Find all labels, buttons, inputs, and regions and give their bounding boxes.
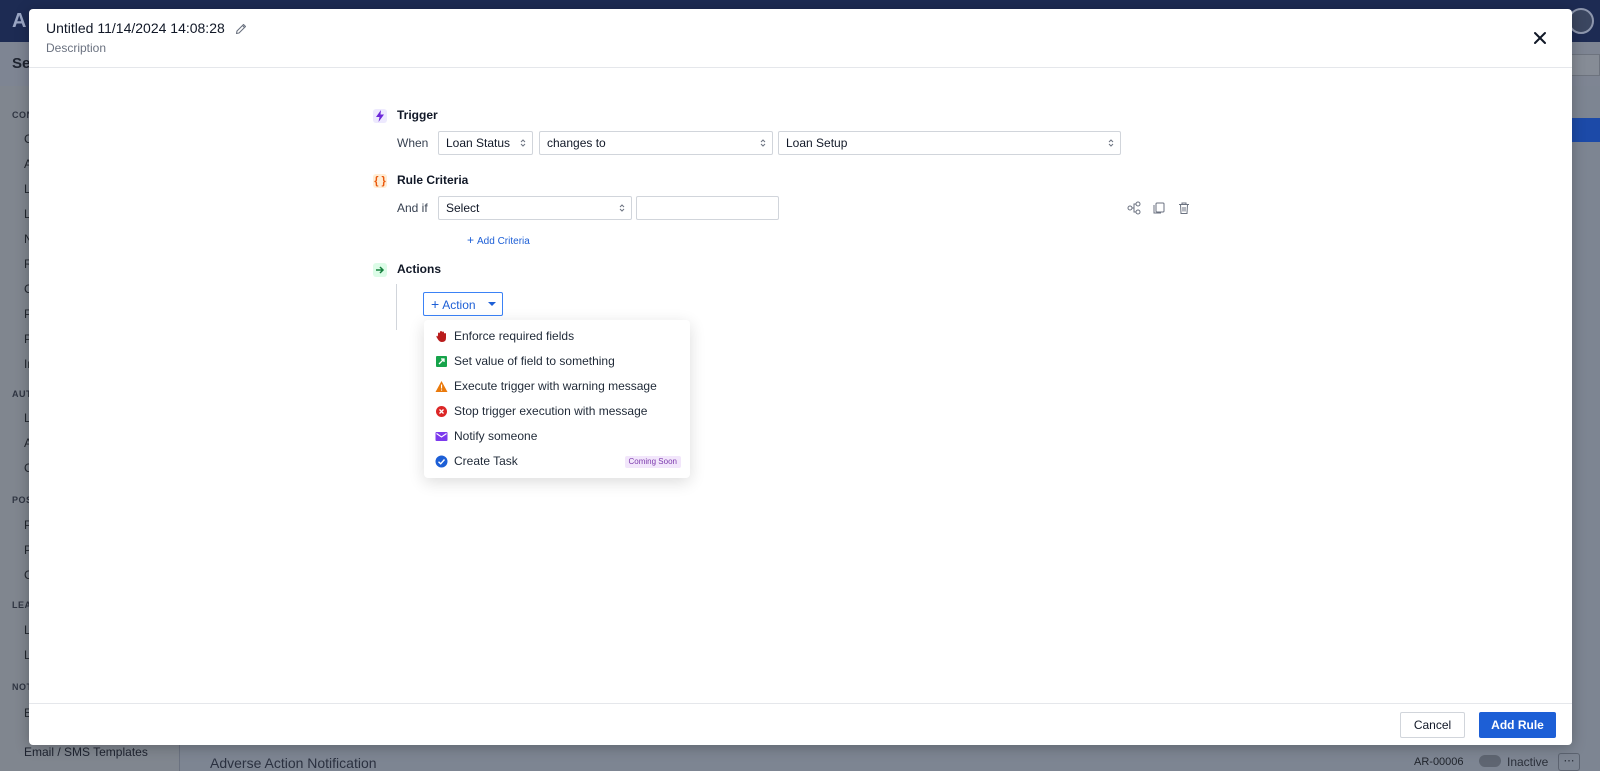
modal-footer: Cancel Add Rule	[29, 703, 1572, 745]
add-rule-button[interactable]: Add Rule	[1479, 712, 1556, 738]
menu-item-label: Create Task	[454, 454, 518, 468]
rule-editor-modal: Untitled 11/14/2024 14:08:28 Description…	[29, 9, 1572, 745]
trigger-section-label: Trigger	[397, 108, 438, 122]
stop-icon	[436, 406, 447, 417]
warning-icon	[435, 381, 448, 392]
plus-icon: +	[467, 233, 475, 247]
rule-active-toggle[interactable]	[1479, 755, 1501, 767]
sidebar-item-email-sms-templates[interactable]: Email / SMS Templates	[24, 745, 148, 759]
menu-item-label: Notify someone	[454, 429, 538, 443]
criteria-field-select[interactable]: Select	[438, 196, 632, 220]
trash-icon[interactable]	[1177, 201, 1191, 215]
menu-item-label: Execute trigger with warning message	[454, 379, 657, 393]
caret-down-icon	[488, 302, 496, 306]
modal-header: Untitled 11/14/2024 14:08:28 Description	[29, 9, 1572, 68]
menu-item-create-task[interactable]: Create Task Coming Soon	[424, 449, 690, 474]
lightning-icon	[373, 109, 387, 123]
check-circle-icon	[435, 455, 448, 468]
rule-row-status: Inactive	[1507, 755, 1549, 769]
menu-item-label: Enforce required fields	[454, 329, 575, 343]
criteria-field-value: Select	[446, 201, 480, 215]
add-action-label: Action	[442, 298, 476, 312]
criteria-value-input[interactable]	[636, 196, 779, 220]
app-logo: A	[12, 10, 27, 32]
when-label: When	[397, 136, 429, 150]
select-caret-icon	[520, 139, 526, 147]
envelope-icon	[435, 432, 448, 441]
actions-connector	[396, 284, 397, 330]
add-criteria-link[interactable]: + Add Criteria	[467, 233, 530, 247]
coming-soon-badge: Coming Soon	[624, 456, 681, 468]
rule-row-menu-button[interactable]: ⋯	[1558, 753, 1580, 771]
select-caret-icon	[619, 204, 625, 212]
and-if-label: And if	[397, 201, 428, 215]
page-title: Se	[12, 55, 31, 72]
curly-braces-icon: { }	[373, 174, 387, 188]
cancel-button[interactable]: Cancel	[1400, 712, 1465, 738]
set-value-icon	[436, 356, 447, 367]
rule-row-name[interactable]: Adverse Action Notification	[210, 755, 377, 771]
menu-item-notify-someone[interactable]: Notify someone	[424, 424, 690, 449]
close-icon[interactable]	[1531, 29, 1549, 47]
rule-title[interactable]: Untitled 11/14/2024 14:08:28	[46, 20, 225, 36]
plus-icon: +	[431, 296, 440, 312]
menu-item-set-value[interactable]: Set value of field to something	[424, 349, 690, 374]
trigger-operator-value: changes to	[547, 136, 606, 150]
add-action-button[interactable]: + Action	[423, 292, 503, 316]
rule-description[interactable]: Description	[46, 41, 106, 55]
menu-item-stop-execution[interactable]: Stop trigger execution with message	[424, 399, 690, 424]
menu-item-execute-with-warning[interactable]: Execute trigger with warning message	[424, 374, 690, 399]
branch-icon[interactable]	[1127, 201, 1141, 215]
trigger-value: Loan Setup	[786, 136, 848, 150]
menu-item-enforce-required-fields[interactable]: Enforce required fields	[424, 324, 690, 349]
trigger-operator-select[interactable]: changes to	[539, 131, 773, 155]
action-menu: Enforce required fields Set value of fie…	[424, 320, 690, 478]
trigger-field-select[interactable]: Loan Status	[438, 131, 533, 155]
rule-row-code: AR-00006	[1414, 756, 1464, 768]
trigger-field-value: Loan Status	[446, 136, 511, 150]
actions-section-label: Actions	[397, 262, 442, 276]
criteria-section-label: Rule Criteria	[397, 173, 469, 187]
select-caret-icon	[760, 139, 766, 147]
hand-stop-icon	[436, 331, 446, 342]
trigger-value-select[interactable]: Loan Setup	[778, 131, 1121, 155]
menu-item-label: Stop trigger execution with message	[454, 404, 648, 418]
select-caret-icon	[1108, 139, 1114, 147]
arrow-right-icon	[373, 263, 387, 277]
add-criteria-label: Add Criteria	[477, 236, 530, 247]
copy-icon[interactable]	[1152, 201, 1166, 215]
menu-item-label: Set value of field to something	[454, 354, 615, 368]
pencil-icon[interactable]	[235, 23, 247, 35]
